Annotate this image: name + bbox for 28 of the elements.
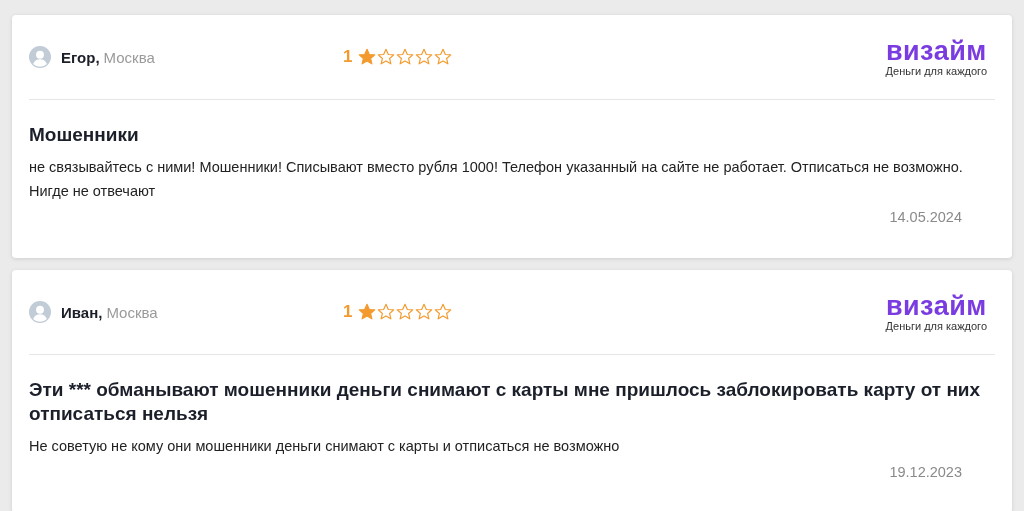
rating-value: 1 (343, 302, 353, 322)
review-title: Эти *** обманывают мошенники деньги снимают с карты мне пришлось заблокировать карту от них отписаться нельзя (29, 378, 982, 426)
star-icon (415, 48, 434, 66)
star-icon (358, 48, 377, 66)
author-name: Иван, (61, 303, 103, 321)
author-city: Москва (103, 48, 155, 66)
star-icon (358, 303, 377, 321)
review-text: Не советую не кому они мошенники деньги снимают с карты и отписаться не возможно (29, 437, 621, 456)
brand-slogan: Деньги для каждого (885, 320, 987, 332)
brand-logo: визайм (885, 37, 987, 65)
author-city: Москва (106, 303, 158, 321)
author-name: Егор, (61, 48, 100, 66)
star-icon (396, 303, 415, 321)
rating-value: 1 (343, 47, 353, 67)
star-icon (377, 303, 396, 321)
brand-slogan: Деньги для каждого (885, 65, 987, 77)
review-text: не связывайтесь с ними! Мошенники! Списывают вместо рубля 1000! Телефон указанный на сайте не работает. Отписаться не возможно. Нигде не отвечают (29, 158, 964, 201)
brand-logo: визайм (885, 292, 987, 320)
star-icon (434, 303, 453, 321)
star-icon (415, 303, 434, 321)
star-icon (434, 48, 453, 66)
review-date: 14.05.2024 (888, 209, 962, 225)
avatar-icon (29, 46, 51, 68)
review-date: 19.12.2023 (888, 464, 962, 480)
avatar-icon (29, 301, 51, 323)
star-icon (396, 48, 415, 66)
review-title: Мошенники (29, 123, 140, 147)
star-icon (377, 48, 396, 66)
